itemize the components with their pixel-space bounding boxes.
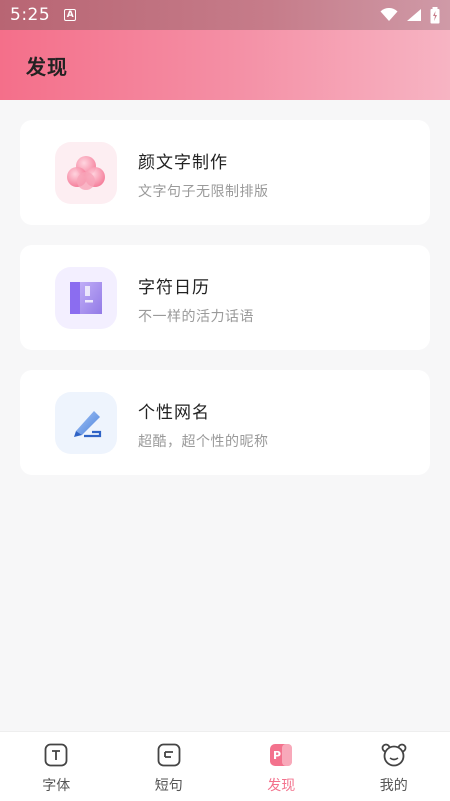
flower-cloud-icon	[55, 142, 117, 204]
card-text: 字符日历 不一样的活力话语	[138, 273, 254, 326]
calendar-book-icon	[55, 267, 117, 329]
nav-item-font[interactable]: 字体	[0, 732, 113, 801]
card-subtitle: 不一样的活力话语	[138, 309, 254, 325]
svg-text:P: P	[273, 749, 281, 762]
card-kaomoji-maker[interactable]: 颜文字制作 文字句子无限制排版	[20, 120, 430, 225]
nav-label: 发现	[267, 778, 296, 794]
signal-icon	[407, 9, 421, 21]
page-title: 发现	[26, 54, 68, 79]
pen-sign-icon	[55, 392, 117, 454]
status-time: 5:25	[10, 5, 51, 25]
card-subtitle: 文字句子无限制排版	[138, 184, 269, 200]
status-icons	[380, 6, 440, 24]
sentence-icon	[156, 742, 182, 768]
nav-item-mine[interactable]: 我的	[338, 732, 450, 801]
nav-label: 字体	[42, 778, 71, 794]
font-icon	[43, 742, 69, 768]
card-personal-nickname[interactable]: 个性网名 超酷，超个性的昵称	[20, 370, 430, 475]
discover-icon: P	[268, 742, 294, 768]
nav-label: 我的	[379, 778, 408, 794]
feature-list: 颜文字制作 文字句子无限制排版 字符日历 不一样的活力话语 个性网名 超酷，超个…	[20, 120, 430, 495]
bear-profile-icon	[381, 742, 407, 768]
card-title: 颜文字制作	[138, 153, 228, 173]
nav-item-sentence[interactable]: 短句	[113, 732, 226, 801]
card-subtitle: 超酷，超个性的昵称	[138, 434, 269, 450]
nav-label: 短句	[154, 778, 183, 794]
battery-icon	[430, 6, 440, 23]
card-character-calendar[interactable]: 字符日历 不一样的活力话语	[20, 245, 430, 350]
card-title: 字符日历	[138, 278, 210, 298]
card-text: 颜文字制作 文字句子无限制排版	[138, 148, 269, 201]
status-notification-icon: A	[64, 9, 77, 21]
page-header: 发现	[0, 30, 450, 100]
status-bar: 5:25 A	[0, 0, 450, 30]
bottom-nav: 字体 短句 P 发现 我的	[0, 731, 450, 801]
wifi-icon	[380, 8, 398, 21]
card-text: 个性网名 超酷，超个性的昵称	[138, 398, 269, 451]
card-title: 个性网名	[138, 403, 210, 423]
nav-item-discover[interactable]: P 发现	[225, 732, 338, 801]
